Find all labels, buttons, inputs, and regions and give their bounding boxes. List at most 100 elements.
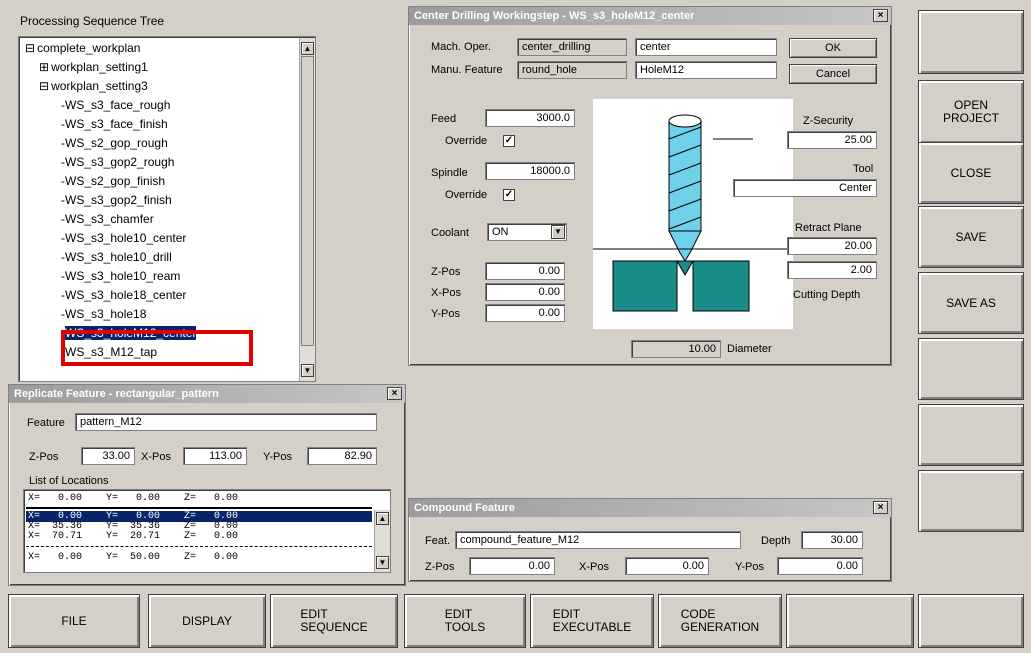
bottom-button-blank[interactable] [786,594,914,648]
edit-sequence-button[interactable]: EDIT SEQUENCE [270,594,398,648]
tree-selection-annotation [61,330,253,366]
open-project-button[interactable]: OPEN PROJECT [918,80,1024,144]
x-pos-input[interactable]: 0.00 [485,283,565,301]
tree-item[interactable]: -WS_s2_gop_finish [61,174,165,188]
tree-item[interactable]: ⊟ complete_workplan [25,41,140,55]
tree-item-label: WS_s3_hole10_ream [65,269,181,283]
file-button[interactable]: FILE [8,594,140,648]
tree-title: Processing Sequence Tree [20,14,165,28]
tree-item[interactable]: ⊞ workplan_setting1 [39,60,148,74]
tree-item[interactable]: -WS_s3_hole10_drill [61,250,172,264]
mach-oper-field: center_drilling [517,38,627,56]
expand-icon[interactable]: ⊞ [39,60,49,74]
dropdown-arrow-icon[interactable]: ▼ [551,225,565,239]
depth-input[interactable]: 30.00 [801,531,863,549]
feat-input[interactable]: compound_feature_M12 [455,531,741,549]
override-checkbox-2[interactable]: ✓ [503,189,515,201]
drill-diagram-icon [593,114,793,312]
scroll-up-icon[interactable]: ▲ [301,42,314,55]
edit-tools-button[interactable]: EDIT TOOLS [404,594,526,648]
scroll-up-icon[interactable]: ▲ [376,512,389,525]
z-security-label: Z-Security [803,115,854,127]
comp-y-pos-input[interactable]: 0.00 [777,557,863,575]
mach-oper-name-field[interactable]: center [635,38,777,56]
override-checkbox-1[interactable]: ✓ [503,135,515,147]
y-pos-input[interactable]: 0.00 [485,304,565,322]
tree-item[interactable]: -WS_s3_chamfer [61,212,154,226]
tree-item[interactable]: -WS_s3_gop2_finish [61,193,172,207]
close-icon[interactable]: × [387,387,402,400]
cancel-button[interactable]: Cancel [789,64,877,84]
feed-input[interactable]: 3000.0 [485,109,575,127]
comp-z-pos-input[interactable]: 0.00 [469,557,555,575]
spindle-label: Spindle [431,167,468,179]
manu-feature-label: Manu. Feature [431,64,503,76]
tree-item[interactable]: -WS_s2_gop_rough [61,136,168,150]
diameter-field: 10.00 [631,340,721,358]
feature-input[interactable]: pattern_M12 [75,413,377,431]
location-row[interactable]: X= 0.00 Y= 50.00 Z= 0.00 [28,552,238,563]
tool-input[interactable]: Center [733,179,877,197]
display-button[interactable]: DISPLAY [148,594,266,648]
spindle-input[interactable]: 18000.0 [485,162,575,180]
tree-item-label: WS_s3_gop2_finish [65,193,172,207]
right-button-blank-1[interactable] [918,10,1024,74]
save-button[interactable]: SAVE [918,206,1024,268]
coolant-select[interactable]: ON ▼ [487,223,567,241]
manu-feature-name-field[interactable]: HoleM12 [635,61,777,79]
tree-item[interactable]: -WS_s3_gop2_rough [61,155,174,169]
close-icon[interactable]: × [873,501,888,514]
code-generation-button[interactable]: CODE GENERATION [658,594,782,648]
depth-label: Depth [761,535,791,547]
feat-label: Feat. [425,535,451,547]
right-button-blank-4[interactable] [918,470,1024,532]
manu-feature-field: round_hole [517,61,627,79]
sequence-tree-panel: Processing Sequence Tree ⊟ complete_workp… [18,14,406,382]
ok-button[interactable]: OK [789,38,877,58]
tree-item[interactable]: -WS_s3_hole10_center [61,231,186,245]
right-button-blank-5[interactable] [918,594,1024,648]
save-as-button[interactable]: SAVE AS [918,272,1024,334]
right-button-blank-2[interactable] [918,338,1024,400]
y-pos-label: Y-Pos [431,308,460,320]
collapse-icon[interactable]: ⊟ [25,41,35,55]
tree-item[interactable]: -WS_s3_hole18_center [61,288,186,302]
tree-item-label: WS_s3_hole18 [65,307,147,321]
locations-scrollbar[interactable]: ▲ ▼ [374,510,390,572]
x-pos-label: X-Pos [431,287,461,299]
collapse-icon[interactable]: ⊟ [39,79,49,93]
tree-item[interactable]: -WS_s3_hole18 [61,307,146,321]
override-label-1: Override [445,135,488,147]
right-button-blank-3[interactable] [918,404,1024,466]
rep-y-pos-input[interactable]: 82.90 [307,447,377,465]
tree-item-label: workplan_setting1 [51,60,148,74]
scroll-thumb[interactable] [301,56,314,346]
cutting-depth-input[interactable]: 2.00 [787,261,877,279]
close-button[interactable]: CLOSE [918,142,1024,204]
tree-item[interactable]: -WS_s3_face_finish [61,117,168,131]
locations-list[interactable]: X= 0.00 Y= 0.00 Z= 0.00 X= 0.00 Y= 0.00 … [23,489,391,573]
tree-item[interactable]: ⊟ workplan_setting3 [39,79,148,93]
tree-item[interactable]: -WS_s3_hole10_ream [61,269,180,283]
compound-titlebar: Compound Feature × [409,499,891,517]
rep-x-pos-input[interactable]: 113.00 [183,447,247,465]
close-icon[interactable]: × [873,9,888,22]
tree-scrollbar[interactable]: ▲ ▼ [299,38,315,381]
compound-title: Compound Feature [414,502,515,514]
edit-executable-button[interactable]: EDIT EXECUTABLE [530,594,654,648]
scroll-down-icon[interactable]: ▼ [301,364,314,377]
comp-x-pos-input[interactable]: 0.00 [625,557,709,575]
tree-item-label: WS_s3_gop2_rough [65,155,175,169]
z-security-input[interactable]: 25.00 [787,131,877,149]
rep-z-pos-input[interactable]: 33.00 [81,447,135,465]
tree-item[interactable]: -WS_s3_face_rough [61,98,170,112]
list-of-locations-label: List of Locations [29,475,109,487]
scroll-down-icon[interactable]: ▼ [376,556,389,569]
location-row[interactable]: X= 70.71 Y= 20.71 Z= 0.00 [28,531,238,542]
tree-item-label: WS_s3_face_rough [65,98,171,112]
coolant-label: Coolant [431,227,469,239]
tree-item-label: WS_s3_hole18_center [65,288,187,302]
z-pos-input[interactable]: 0.00 [485,262,565,280]
retract-plane-input[interactable]: 20.00 [787,237,877,255]
tree-item-label: WS_s3_hole10_drill [65,250,172,264]
